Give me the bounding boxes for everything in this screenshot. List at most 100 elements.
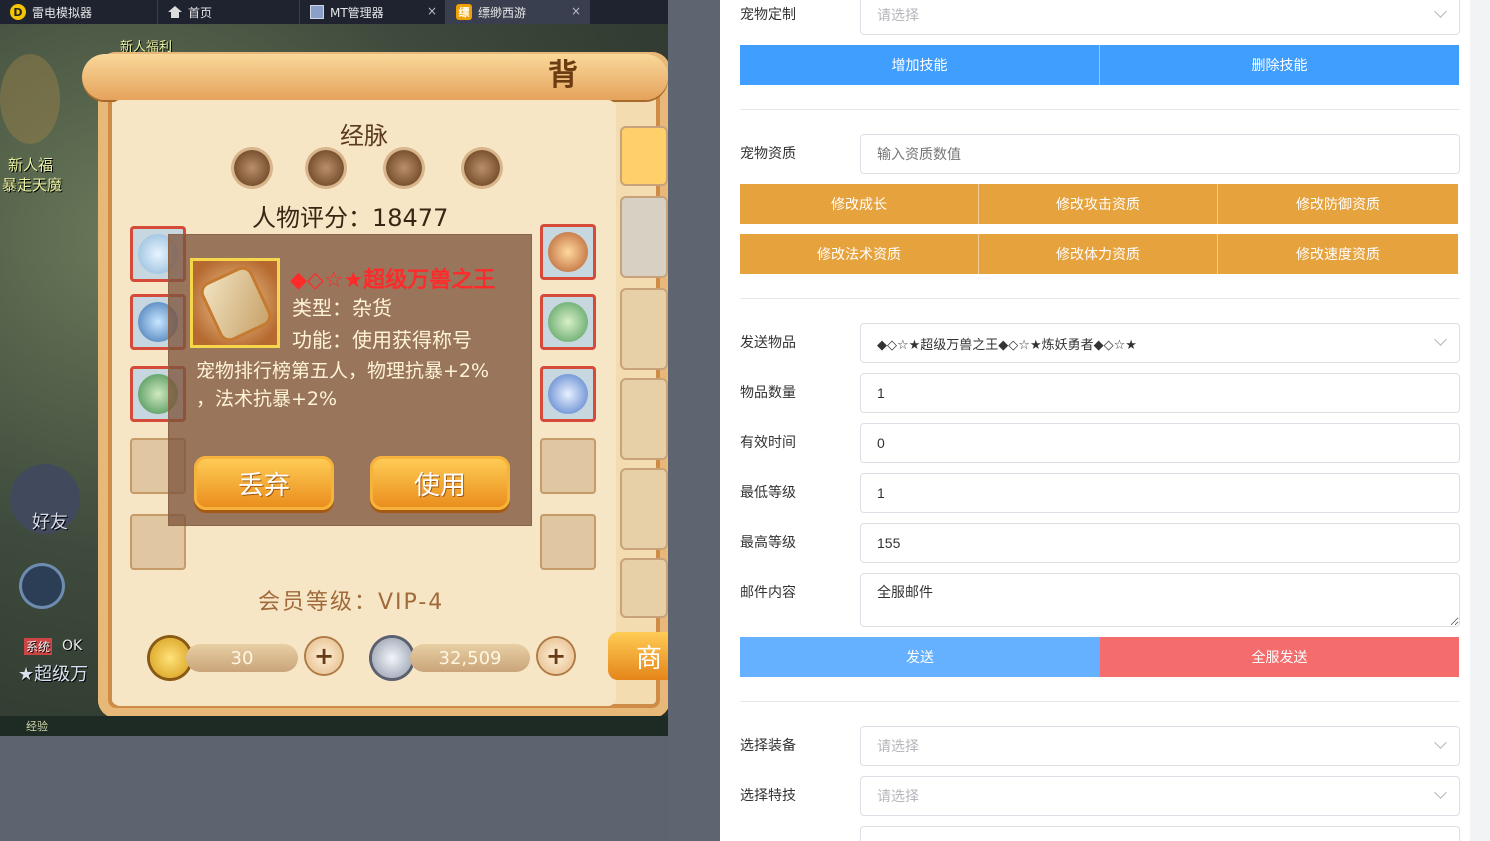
equip-slot[interactable] bbox=[540, 366, 596, 422]
sidebar-art bbox=[0, 54, 60, 144]
gold-amount: 30 bbox=[186, 644, 298, 672]
equipment-icon bbox=[548, 302, 588, 342]
chevron-down-icon bbox=[1434, 333, 1447, 346]
meridian-label: 经脉 bbox=[340, 122, 388, 150]
valid-time-input[interactable] bbox=[860, 423, 1460, 463]
item-qty-input[interactable] bbox=[860, 373, 1460, 413]
item-tile[interactable] bbox=[620, 378, 668, 460]
item-tile[interactable] bbox=[620, 468, 668, 550]
silver-amount: 32,509 bbox=[410, 644, 530, 672]
send-button[interactable]: 发送 bbox=[740, 637, 1100, 677]
min-level-input[interactable] bbox=[860, 473, 1460, 513]
select-skill-label: 选择特技 bbox=[740, 788, 796, 804]
sidebar-text: 新人福 bbox=[8, 156, 54, 174]
send-item-select[interactable]: ◆◇☆★超级万兽之王◆◇☆★炼妖勇者◆◇☆★ bbox=[860, 323, 1460, 363]
pet-custom-select[interactable]: 请选择 bbox=[860, 0, 1460, 35]
meridian-slot[interactable] bbox=[234, 150, 270, 186]
shop-button[interactable]: 商 bbox=[608, 632, 668, 680]
add-gold-button[interactable]: + bbox=[306, 638, 342, 674]
modify-defense-aptitude-button[interactable]: 修改防御资质 bbox=[1218, 184, 1458, 224]
scroll-icon bbox=[201, 267, 271, 341]
add-silver-button[interactable]: + bbox=[538, 638, 574, 674]
gold-coin-icon bbox=[150, 638, 190, 678]
item-function: 功能：使用获得称号 bbox=[292, 328, 472, 352]
page-edge bbox=[1470, 0, 1490, 841]
chat-text: ★超级万 bbox=[18, 664, 89, 685]
game-icon: 缥 bbox=[456, 4, 472, 20]
tab-label: 首页 bbox=[188, 5, 213, 20]
item-tile[interactable] bbox=[620, 558, 668, 618]
character-score: 人物评分：18477 bbox=[252, 204, 449, 232]
exp-label: 经验 bbox=[26, 720, 48, 733]
empty-slot[interactable] bbox=[540, 438, 596, 494]
select-placeholder: 请选择 bbox=[877, 789, 919, 805]
equipment-icon bbox=[548, 232, 588, 272]
home-icon bbox=[168, 6, 182, 18]
select-equip-select[interactable]: 请选择 bbox=[860, 726, 1460, 766]
meridian-slot[interactable] bbox=[464, 150, 500, 186]
item-description: 宠物排行榜第五人，物理抗暴+2% bbox=[196, 360, 490, 382]
select-skill-select[interactable]: 请选择 bbox=[860, 776, 1460, 816]
admin-form-panel bbox=[720, 0, 1470, 841]
item-qty-label: 物品数量 bbox=[740, 385, 796, 401]
chat-icon[interactable] bbox=[22, 566, 62, 606]
category-tab[interactable] bbox=[620, 126, 668, 186]
use-button[interactable]: 使用 bbox=[370, 456, 510, 510]
item-tile[interactable] bbox=[620, 288, 668, 370]
valid-time-label: 有效时间 bbox=[740, 435, 796, 451]
desktop-background bbox=[668, 0, 720, 841]
friend-label[interactable]: 好友 bbox=[32, 508, 68, 534]
discard-button[interactable]: 丢弃 bbox=[194, 456, 334, 510]
max-level-label: 最高等级 bbox=[740, 535, 796, 551]
pet-custom-label: 宠物定制 bbox=[740, 7, 796, 23]
emulator-window: D 雷电模拟器 首页 MT管理器 × 缥 缥缈西游 × 新人福利 新人福 暴走天… bbox=[0, 0, 668, 736]
modify-magic-aptitude-button[interactable]: 修改法术资质 bbox=[740, 234, 979, 274]
chevron-down-icon bbox=[1434, 736, 1447, 749]
tab-home[interactable]: 首页 bbox=[158, 0, 300, 24]
send-all-button[interactable]: 全服发送 bbox=[1100, 637, 1459, 677]
empty-slot[interactable] bbox=[540, 514, 596, 570]
mail-content-label: 邮件内容 bbox=[740, 585, 796, 601]
pet-aptitude-label: 宠物资质 bbox=[740, 146, 796, 162]
tab-mt-manager[interactable]: MT管理器 × bbox=[300, 0, 446, 24]
tab-game[interactable]: 缥 缥缈西游 × bbox=[446, 0, 590, 24]
exp-bar: 经验 bbox=[0, 716, 668, 736]
tab-emulator[interactable]: D 雷电模拟器 bbox=[0, 0, 158, 24]
min-level-label: 最低等级 bbox=[740, 485, 796, 501]
tab-label: 雷电模拟器 bbox=[32, 5, 93, 20]
close-icon[interactable]: × bbox=[571, 4, 581, 18]
silver-coin-icon bbox=[372, 638, 412, 678]
modify-growth-button[interactable]: 修改成长 bbox=[740, 184, 979, 224]
select-placeholder: 请选择 bbox=[877, 8, 919, 24]
modify-speed-aptitude-button[interactable]: 修改速度资质 bbox=[1218, 234, 1458, 274]
select-equip-label: 选择装备 bbox=[740, 738, 796, 754]
meridian-slot[interactable] bbox=[386, 150, 422, 186]
send-item-label: 发送物品 bbox=[740, 335, 796, 351]
max-level-input[interactable] bbox=[860, 523, 1460, 563]
equip-slot[interactable] bbox=[540, 224, 596, 280]
tab-label: 缥缈西游 bbox=[478, 5, 527, 20]
select-placeholder: 请选择 bbox=[877, 739, 919, 755]
mt-manager-icon bbox=[310, 5, 324, 19]
close-icon[interactable]: × bbox=[427, 4, 437, 18]
divider bbox=[740, 701, 1460, 702]
divider bbox=[740, 298, 1460, 299]
emulator-logo-icon: D bbox=[10, 4, 26, 20]
item-tile[interactable] bbox=[620, 196, 668, 278]
modify-attack-aptitude-button[interactable]: 修改攻击资质 bbox=[979, 184, 1218, 224]
sidebar-text: 暴走天魔 bbox=[2, 176, 63, 194]
chevron-down-icon bbox=[1434, 5, 1447, 18]
mail-content-textarea[interactable]: 全服邮件 bbox=[860, 573, 1460, 627]
vip-level: 会员等级：VIP-4 bbox=[258, 590, 445, 615]
delete-skill-button[interactable]: 删除技能 bbox=[1100, 45, 1459, 85]
emulator-tab-bar: D 雷电模拟器 首页 MT管理器 × 缥 缥缈西游 × bbox=[0, 0, 668, 24]
pet-aptitude-input[interactable] bbox=[860, 134, 1460, 174]
meridian-slot[interactable] bbox=[308, 150, 344, 186]
add-skill-button[interactable]: 增加技能 bbox=[740, 45, 1100, 85]
equip-slot[interactable] bbox=[540, 294, 596, 350]
item-description: ，法术抗暴+2% bbox=[196, 388, 338, 410]
tab-label: MT管理器 bbox=[330, 5, 384, 20]
divider bbox=[740, 109, 1460, 110]
next-field[interactable] bbox=[860, 826, 1460, 841]
modify-stamina-aptitude-button[interactable]: 修改体力资质 bbox=[979, 234, 1218, 274]
